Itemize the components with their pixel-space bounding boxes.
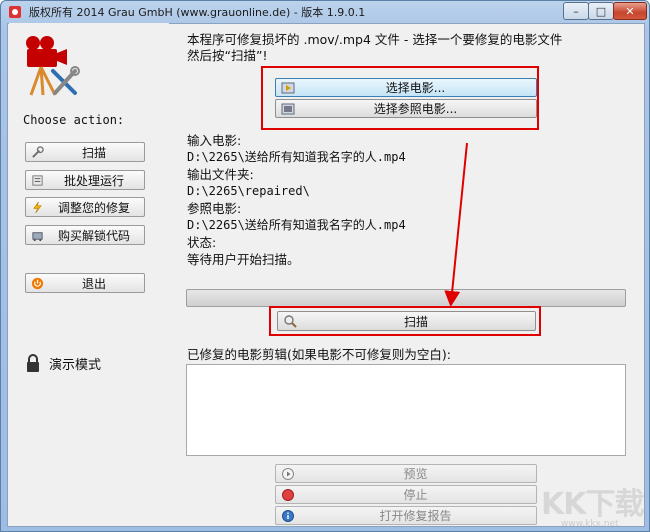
exit-label: 退出	[81, 276, 106, 291]
intro-text: 本程序可修复损坏的 .mov/.mp4 文件 - 选择一个要修复的电影文件 然后…	[187, 32, 627, 64]
reference-movie-icon	[281, 103, 295, 114]
maximize-button[interactable]: □	[588, 2, 614, 20]
intro-line-2: 然后按“扫描”!	[187, 48, 268, 63]
select-movie-label: 选择电影...	[385, 81, 446, 95]
action-sidebar: Choose action: 扫描 批处理运行 调整您的修复 购买解锁代码 退出…	[9, 23, 169, 523]
adjust-repair-label: 调整您的修复	[57, 200, 130, 215]
intro-line-1: 本程序可修复损坏的 .mov/.mp4 文件 - 选择一个要修复的电影文件	[187, 32, 563, 47]
buy-unlock-code-button[interactable]: 购买解锁代码	[25, 225, 145, 245]
window-title: 版权所有 2014 Grau GmbH (www.grauonline.de) …	[29, 6, 366, 19]
main-panel: 本程序可修复损坏的 .mov/.mp4 文件 - 选择一个要修复的电影文件 然后…	[177, 23, 637, 525]
output-folder-label: 输出文件夹:	[187, 167, 254, 182]
batch-icon	[30, 173, 44, 187]
output-folder-path: D:\2265\repaired\	[187, 184, 310, 198]
preview-button[interactable]: 预览	[275, 464, 537, 483]
input-movie-path: D:\2265\送给所有知道我名字的人.mp4	[187, 150, 406, 164]
select-buttons-highlight	[261, 66, 539, 130]
buy-unlock-code-label: 购买解锁代码	[57, 228, 130, 243]
watermark-url: www.kkx.net	[561, 519, 619, 529]
open-repair-report-button[interactable]: 打开修复报告	[275, 506, 537, 525]
exit-button[interactable]: 退出	[25, 273, 145, 293]
scan-sidebar-button[interactable]: 扫描	[25, 142, 145, 162]
reference-movie-label: 参照电影:	[187, 201, 242, 216]
app-icon	[9, 6, 21, 18]
demo-mode-label: 演示模式	[49, 357, 102, 373]
wrench-icon	[30, 145, 44, 159]
watermark-logo: KK下载	[541, 487, 644, 522]
lock-icon	[27, 354, 39, 372]
magnifier-icon	[284, 315, 297, 328]
cart-icon	[30, 228, 44, 242]
choose-action-label: Choose action:	[23, 113, 125, 127]
info-icon	[282, 509, 294, 522]
camera-repair-logo-icon	[26, 36, 80, 96]
title-bar[interactable]: 版权所有 2014 Grau GmbH (www.grauonline.de) …	[1, 1, 649, 23]
scan-progress-bar	[186, 289, 626, 307]
file-info: 输入电影: D:\2265\送给所有知道我名字的人.mp4 输出文件夹: D:\…	[187, 132, 406, 268]
batch-run-label: 批处理运行	[63, 173, 124, 188]
stop-icon	[282, 488, 294, 501]
minimize-button[interactable]: –	[563, 2, 589, 20]
stop-label: 停止	[403, 488, 428, 502]
repaired-clips-list[interactable]	[186, 364, 626, 456]
status-label: 状态:	[187, 235, 217, 250]
lightning-icon	[30, 200, 44, 214]
select-reference-movie-button[interactable]: 选择参照电影...	[275, 99, 537, 118]
scan-button[interactable]: 扫描	[277, 311, 536, 331]
power-icon	[30, 276, 44, 290]
movie-file-icon	[281, 82, 295, 93]
close-button[interactable]: ✕	[613, 2, 647, 20]
select-reference-movie-label: 选择参照电影...	[373, 102, 458, 116]
input-movie-label: 输入电影:	[187, 133, 242, 148]
batch-run-button[interactable]: 批处理运行	[25, 170, 145, 190]
repaired-clips-label: 已修复的电影剪辑(如果电影不可修复则为空白):	[187, 347, 451, 362]
app-window: 版权所有 2014 Grau GmbH (www.grauonline.de) …	[0, 0, 650, 532]
preview-label: 预览	[403, 467, 428, 481]
play-icon	[282, 467, 294, 480]
scan-sidebar-label: 扫描	[81, 145, 106, 160]
open-repair-report-label: 打开修复报告	[379, 509, 452, 523]
reference-movie-path: D:\2265\送给所有知道我名字的人.mp4	[187, 218, 406, 232]
stop-button[interactable]: 停止	[275, 485, 537, 504]
status-value: 等待用户开始扫描。	[187, 252, 300, 267]
scan-button-label: 扫描	[403, 314, 428, 329]
adjust-repair-button[interactable]: 调整您的修复	[25, 197, 145, 217]
demo-mode-indicator: 演示模式	[25, 353, 101, 373]
select-movie-button[interactable]: 选择电影...	[275, 78, 537, 97]
